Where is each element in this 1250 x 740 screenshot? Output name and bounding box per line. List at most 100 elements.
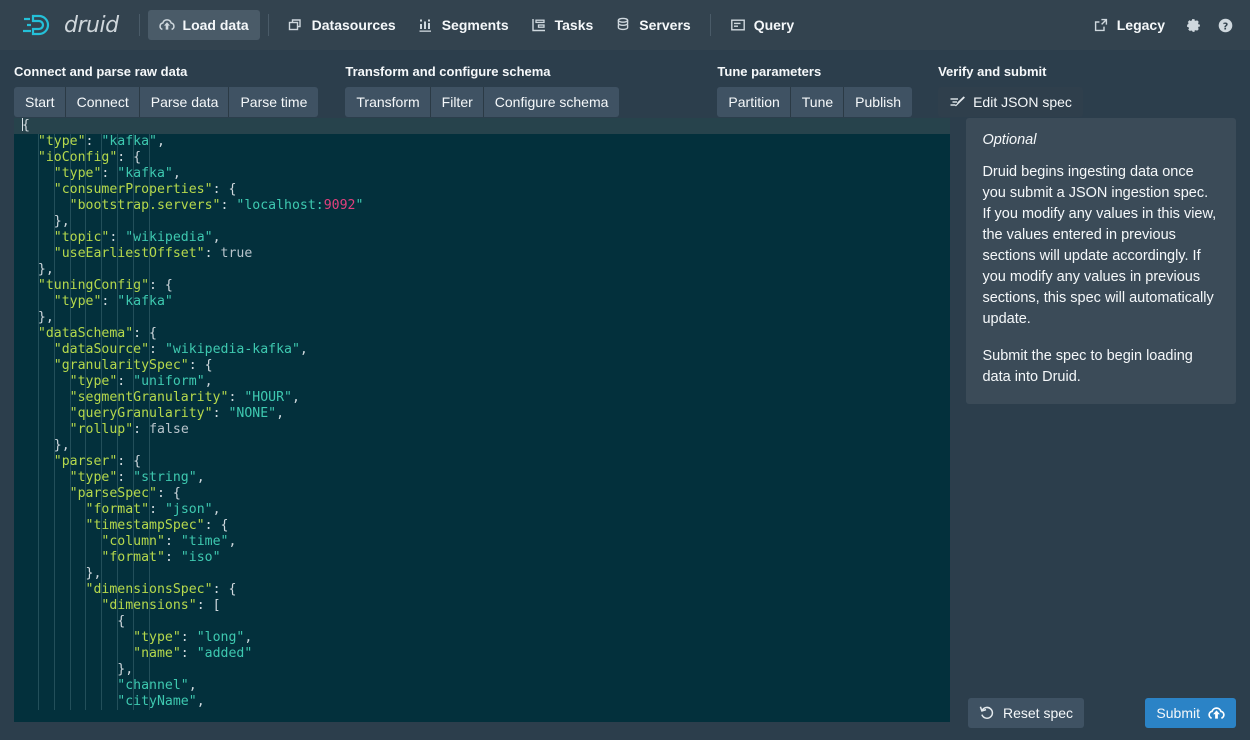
code-token: : {: [157, 486, 181, 501]
code-line[interactable]: "parseSpec": {: [14, 486, 950, 502]
console-icon: [730, 17, 746, 33]
code-token: ,: [157, 134, 165, 149]
code-token: "topic": [54, 230, 110, 245]
step-button-group: Partition Tune Publish: [717, 87, 912, 117]
code-token: :: [86, 134, 102, 149]
code-line[interactable]: "name": "added": [14, 646, 950, 662]
code-token: [22, 582, 86, 597]
step-section-title: Verify and submit: [938, 64, 1083, 79]
code-token: :: [101, 294, 117, 309]
code-token: : {: [213, 582, 237, 597]
step-button-filter[interactable]: Filter: [431, 87, 484, 117]
druid-logo[interactable]: druid: [14, 12, 131, 38]
settings-button[interactable]: [1178, 10, 1208, 40]
code-token: "segmentGranularity": [70, 390, 229, 405]
code-token: "useEarliestOffset": [54, 246, 205, 261]
code-line[interactable]: {: [14, 614, 950, 630]
code-line[interactable]: "dimensions": [: [14, 598, 950, 614]
code-line[interactable]: "cityName",: [14, 694, 950, 710]
step-button-partition[interactable]: Partition: [717, 87, 790, 117]
code-token: "kafka": [101, 134, 157, 149]
external-link-icon: [1093, 17, 1109, 33]
code-line[interactable]: "segmentGranularity": "HOUR",: [14, 390, 950, 406]
code-line[interactable]: {: [14, 118, 950, 134]
step-button-parse-data[interactable]: Parse data: [140, 87, 230, 117]
nav-item-load-data[interactable]: Load data: [148, 10, 260, 40]
code-line[interactable]: "column": "time",: [14, 534, 950, 550]
step-button-connect[interactable]: Connect: [66, 87, 140, 117]
code-line[interactable]: },: [14, 262, 950, 278]
code-token: [22, 422, 70, 437]
code-line[interactable]: "format": "iso": [14, 550, 950, 566]
nav-item-datasources[interactable]: Datasources: [277, 10, 407, 40]
code-line[interactable]: "bootstrap.servers": "localhost:9092": [14, 198, 950, 214]
code-line[interactable]: "ioConfig": {: [14, 150, 950, 166]
nav-item-query[interactable]: Query: [719, 10, 805, 40]
code-line[interactable]: "timestampSpec": {: [14, 518, 950, 534]
code-token: "column": [101, 534, 165, 549]
step-button-group: Start Connect Parse data Parse time: [14, 87, 318, 117]
code-line[interactable]: "useEarliestOffset": true: [14, 246, 950, 262]
code-line[interactable]: "type": "kafka": [14, 294, 950, 310]
code-token: [22, 406, 70, 421]
code-token: :: [109, 230, 125, 245]
code-line[interactable]: },: [14, 566, 950, 582]
code-line[interactable]: "dataSchema": {: [14, 326, 950, 342]
navbar-divider-1: [139, 14, 140, 36]
code-line[interactable]: },: [14, 214, 950, 230]
step-section-title: Transform and configure schema: [345, 64, 619, 79]
step-button-configure-schema[interactable]: Configure schema: [484, 87, 620, 117]
code-line[interactable]: "parser": {: [14, 454, 950, 470]
step-section-title: Tune parameters: [717, 64, 912, 79]
multi-layer-icon: [288, 17, 304, 33]
code-token: "type": [70, 374, 118, 389]
help-button[interactable]: ?: [1210, 10, 1240, 40]
step-button-publish[interactable]: Publish: [844, 87, 912, 117]
code-token: : {: [205, 518, 229, 533]
json-spec-editor[interactable]: { "type": "kafka", "ioConfig": { "type":…: [14, 118, 950, 722]
nav-item-segments[interactable]: Segments: [407, 10, 520, 40]
code-token: [22, 694, 117, 709]
main-content: { "type": "kafka", "ioConfig": { "type":…: [0, 118, 1250, 740]
code-token: [22, 486, 70, 501]
legacy-button[interactable]: Legacy: [1082, 10, 1176, 40]
code-token: ,: [213, 502, 221, 517]
code-token: [22, 374, 70, 389]
code-line[interactable]: "consumerProperties": {: [14, 182, 950, 198]
nav-item-servers[interactable]: Servers: [604, 10, 701, 40]
nav-item-tasks[interactable]: Tasks: [520, 10, 605, 40]
submit-button[interactable]: Submit: [1145, 698, 1236, 728]
code-line[interactable]: "granularitySpec": {: [14, 358, 950, 374]
code-token: "tuningConfig": [38, 278, 149, 293]
code-line[interactable]: "type": "kafka",: [14, 166, 950, 182]
step-button-parse-time[interactable]: Parse time: [229, 87, 318, 117]
step-button-edit-json-spec[interactable]: Edit JSON spec: [938, 87, 1083, 117]
nav-item-label: Segments: [442, 17, 509, 33]
step-button-tune[interactable]: Tune: [791, 87, 844, 117]
code-token: {: [22, 118, 30, 133]
code-line[interactable]: },: [14, 662, 950, 678]
code-line[interactable]: "type": "uniform",: [14, 374, 950, 390]
code-line[interactable]: "type": "string",: [14, 470, 950, 486]
code-line[interactable]: },: [14, 310, 950, 326]
code-line[interactable]: },: [14, 438, 950, 454]
code-line[interactable]: "channel",: [14, 678, 950, 694]
code-token: [22, 182, 54, 197]
code-line[interactable]: "dimensionsSpec": {: [14, 582, 950, 598]
reset-spec-button[interactable]: Reset spec: [968, 698, 1084, 728]
code-line[interactable]: "type": "kafka",: [14, 134, 950, 150]
code-line[interactable]: "type": "long",: [14, 630, 950, 646]
code-token: },: [22, 662, 133, 677]
code-line[interactable]: "format": "json",: [14, 502, 950, 518]
code-token: ,: [173, 166, 181, 181]
code-token: ,: [228, 534, 236, 549]
step-button-start[interactable]: Start: [14, 87, 66, 117]
code-line[interactable]: "topic": "wikipedia",: [14, 230, 950, 246]
code-line[interactable]: "queryGranularity": "NONE",: [14, 406, 950, 422]
code-line[interactable]: "dataSource": "wikipedia-kafka",: [14, 342, 950, 358]
code-token: {: [22, 614, 125, 629]
step-button-transform[interactable]: Transform: [345, 87, 430, 117]
code-line[interactable]: "tuningConfig": {: [14, 278, 950, 294]
code-line[interactable]: "rollup": false: [14, 422, 950, 438]
json-code-area[interactable]: { "type": "kafka", "ioConfig": { "type":…: [14, 118, 950, 710]
